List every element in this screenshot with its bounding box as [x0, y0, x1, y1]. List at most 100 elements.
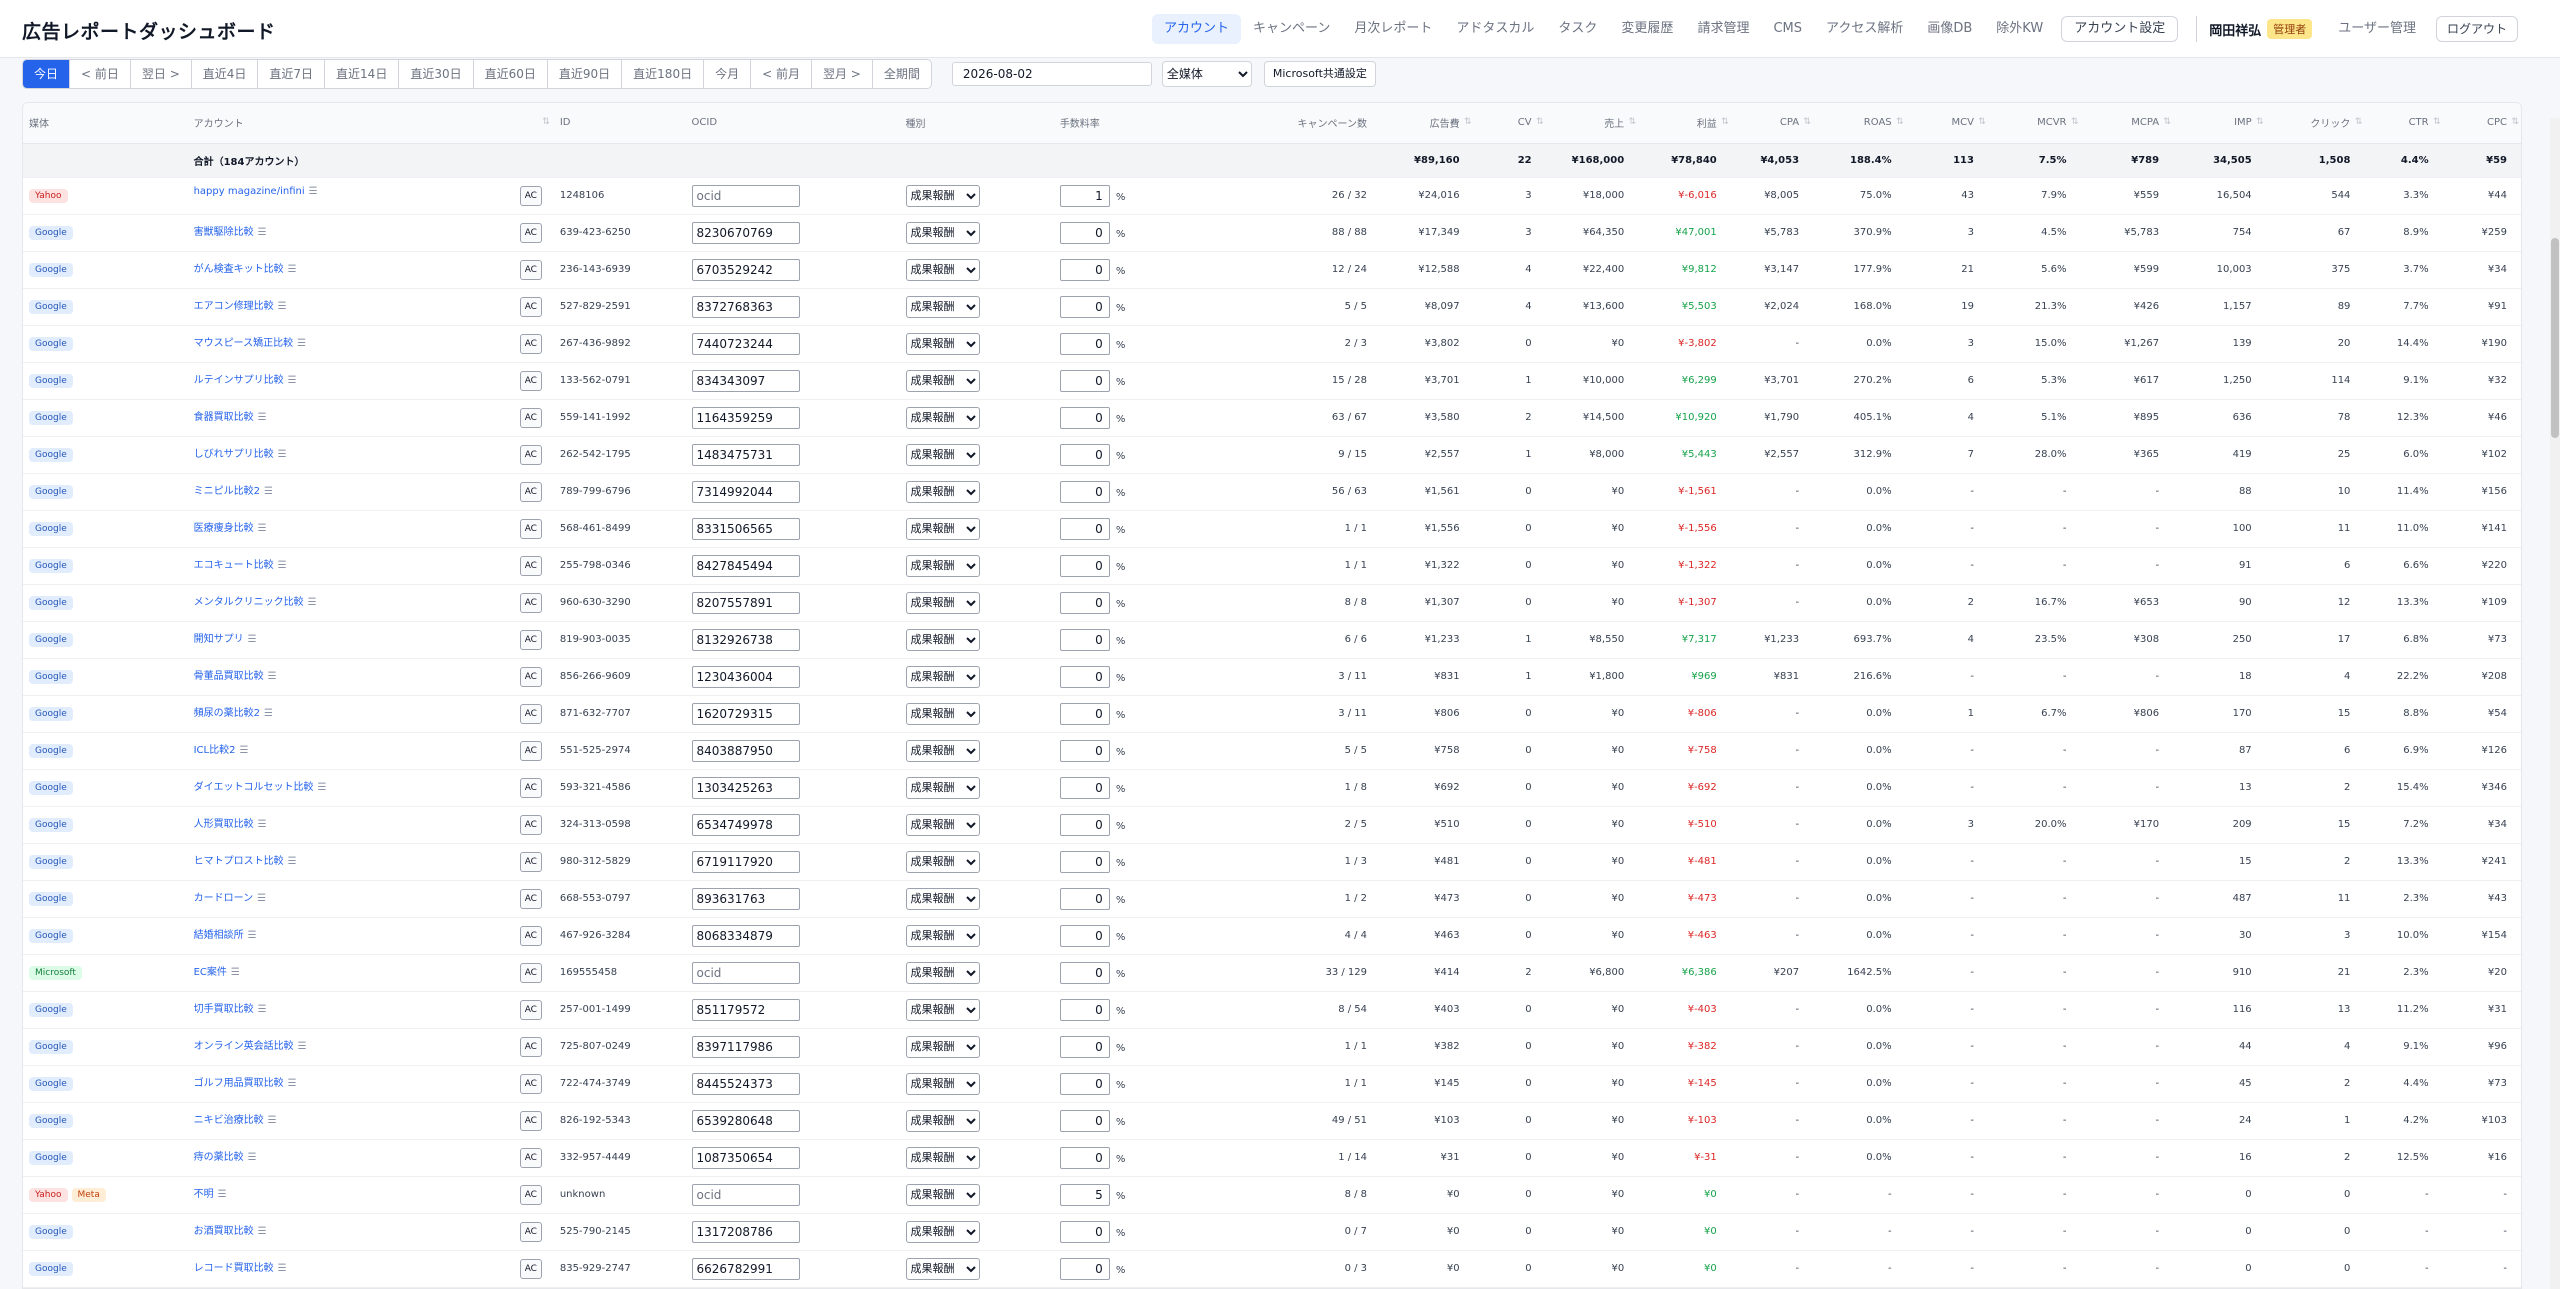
- fee-rate-input[interactable]: [1059, 517, 1110, 540]
- type-select[interactable]: 成果報酬: [905, 961, 980, 984]
- period-button-7[interactable]: 直近60日: [474, 60, 548, 88]
- nav-item-10[interactable]: 除外KW: [1984, 14, 2055, 44]
- logout-button[interactable]: ログアウト: [2436, 16, 2519, 42]
- media-filter-select[interactable]: 全媒体: [1161, 61, 1252, 87]
- user-admin-link[interactable]: ユーザー管理: [2326, 14, 2428, 44]
- ac-button[interactable]: AC: [519, 518, 542, 539]
- ac-button[interactable]: AC: [519, 962, 542, 983]
- ocid-input[interactable]: [691, 813, 800, 836]
- type-select[interactable]: 成果報酬: [905, 258, 980, 281]
- ac-button[interactable]: AC: [519, 185, 542, 206]
- type-select[interactable]: 成果報酬: [905, 1072, 980, 1095]
- account-link[interactable]: ミニピル比較2: [194, 486, 260, 497]
- col-account[interactable]: アカウント ⇅: [187, 103, 554, 144]
- menu-icon[interactable]: ☰: [218, 1189, 227, 1200]
- ocid-input[interactable]: [691, 739, 800, 762]
- account-link[interactable]: 害獣駆除比較: [194, 227, 254, 238]
- page-scrollbar[interactable]: [2550, 118, 2560, 1289]
- ac-button[interactable]: AC: [519, 296, 542, 317]
- account-link[interactable]: 食器買取比較: [194, 412, 254, 423]
- period-button-0[interactable]: 今日: [23, 60, 71, 88]
- fee-rate-input[interactable]: [1059, 1035, 1110, 1058]
- type-select[interactable]: 成果報酬: [905, 406, 980, 429]
- fee-rate-input[interactable]: [1059, 1146, 1110, 1169]
- menu-icon[interactable]: ☰: [264, 708, 273, 719]
- menu-icon[interactable]: ☰: [231, 967, 240, 978]
- account-link[interactable]: 痔の薬比較: [194, 1152, 244, 1163]
- account-link[interactable]: エコキュート比較: [194, 560, 274, 571]
- account-link[interactable]: EC案件: [194, 967, 227, 978]
- fee-rate-input[interactable]: [1059, 369, 1110, 392]
- ocid-input[interactable]: [691, 258, 800, 281]
- ac-button[interactable]: AC: [519, 444, 542, 465]
- col-imp[interactable]: IMP ⇅: [2175, 103, 2268, 144]
- menu-icon[interactable]: ☰: [257, 893, 266, 904]
- microsoft-settings-button[interactable]: Microsoft共通設定: [1263, 61, 1376, 87]
- ac-button[interactable]: AC: [519, 592, 542, 613]
- ac-button[interactable]: AC: [519, 1221, 542, 1242]
- menu-icon[interactable]: ☰: [309, 186, 318, 197]
- ocid-input[interactable]: [691, 184, 800, 207]
- type-select[interactable]: 成果報酬: [905, 739, 980, 762]
- ocid-input[interactable]: [691, 1220, 800, 1243]
- ac-button[interactable]: AC: [519, 925, 542, 946]
- type-select[interactable]: 成果報酬: [905, 850, 980, 873]
- fee-rate-input[interactable]: [1059, 184, 1110, 207]
- menu-icon[interactable]: ☰: [258, 523, 267, 534]
- menu-icon[interactable]: ☰: [258, 412, 267, 423]
- account-link[interactable]: ゴルフ用品買取比較: [194, 1078, 284, 1089]
- fee-rate-input[interactable]: [1059, 628, 1110, 651]
- ocid-input[interactable]: [691, 887, 800, 910]
- ac-button[interactable]: AC: [519, 222, 542, 243]
- nav-item-3[interactable]: アドタスカル: [1444, 14, 1546, 44]
- ocid-input[interactable]: [691, 1146, 800, 1169]
- nav-item-5[interactable]: 変更履歴: [1609, 14, 1685, 44]
- menu-icon[interactable]: ☰: [278, 1263, 287, 1274]
- type-select[interactable]: 成果報酬: [905, 332, 980, 355]
- ac-button[interactable]: AC: [519, 1184, 542, 1205]
- ac-button[interactable]: AC: [519, 999, 542, 1020]
- account-link[interactable]: 頻尿の薬比較2: [194, 708, 260, 719]
- menu-icon[interactable]: ☰: [278, 449, 287, 460]
- ocid-input[interactable]: [691, 295, 800, 318]
- nav-item-7[interactable]: CMS: [1761, 14, 1814, 44]
- type-select[interactable]: 成果報酬: [905, 776, 980, 799]
- ocid-input[interactable]: [691, 702, 800, 725]
- ac-button[interactable]: AC: [519, 777, 542, 798]
- menu-icon[interactable]: ☰: [288, 856, 297, 867]
- ac-button[interactable]: AC: [519, 1110, 542, 1131]
- ocid-input[interactable]: [691, 1257, 800, 1280]
- ac-button[interactable]: AC: [519, 851, 542, 872]
- ac-button[interactable]: AC: [519, 1258, 542, 1279]
- account-link[interactable]: 人形買取比較: [194, 819, 254, 830]
- fee-rate-input[interactable]: [1059, 554, 1110, 577]
- col-sales[interactable]: 売上 ⇅: [1547, 103, 1641, 144]
- type-select[interactable]: 成果報酬: [905, 554, 980, 577]
- fee-rate-input[interactable]: [1059, 1109, 1110, 1132]
- menu-icon[interactable]: ☰: [258, 819, 267, 830]
- fee-rate-input[interactable]: [1059, 776, 1110, 799]
- fee-rate-input[interactable]: [1059, 961, 1110, 984]
- ocid-input[interactable]: [691, 369, 800, 392]
- period-button-8[interactable]: 直近90日: [548, 60, 623, 88]
- menu-icon[interactable]: ☰: [258, 1226, 267, 1237]
- account-link[interactable]: エアコン修理比較: [194, 301, 274, 312]
- col-spend[interactable]: 広告費 ⇅: [1383, 103, 1476, 144]
- menu-icon[interactable]: ☰: [258, 227, 267, 238]
- menu-icon[interactable]: ☰: [288, 375, 297, 386]
- type-select[interactable]: 成果報酬: [905, 887, 980, 910]
- ocid-input[interactable]: [691, 443, 800, 466]
- col-clicks[interactable]: クリック ⇅: [2267, 103, 2367, 144]
- ocid-input[interactable]: [691, 850, 800, 873]
- fee-rate-input[interactable]: [1059, 332, 1110, 355]
- ocid-input[interactable]: [691, 961, 800, 984]
- period-button-2[interactable]: 翌日 >: [131, 60, 192, 88]
- ocid-input[interactable]: [691, 924, 800, 947]
- menu-icon[interactable]: ☰: [288, 1078, 297, 1089]
- ac-button[interactable]: AC: [519, 740, 542, 761]
- type-select[interactable]: 成果報酬: [905, 184, 980, 207]
- account-link[interactable]: カードローン: [194, 893, 254, 904]
- account-link[interactable]: ICL比較2: [194, 745, 236, 756]
- account-link[interactable]: ニキビ治療比較: [194, 1115, 264, 1126]
- menu-icon[interactable]: ☰: [278, 301, 287, 312]
